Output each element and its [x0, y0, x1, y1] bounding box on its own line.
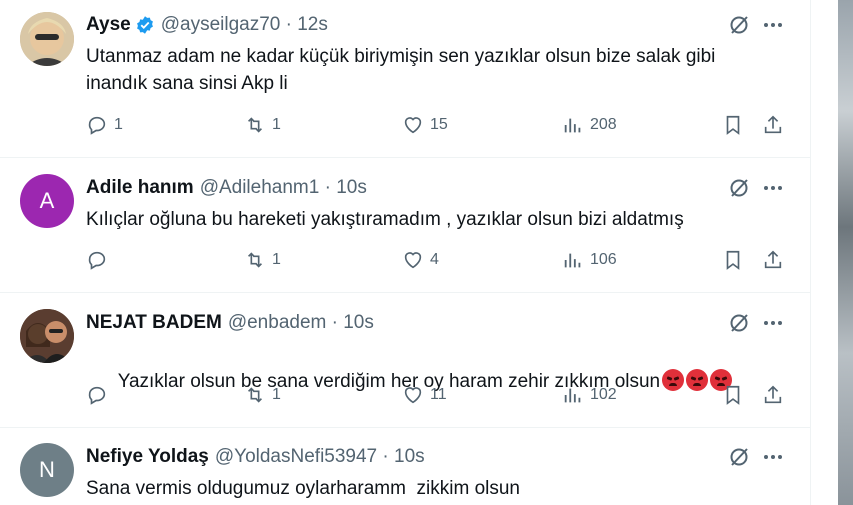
- share-icon: [764, 115, 782, 134]
- avatar-letter: A: [39, 188, 55, 213]
- like-button[interactable]: 11: [402, 384, 447, 406]
- handle-and-time[interactable]: @YoldasNefi53947 · 10s: [215, 445, 425, 469]
- reply-icon: [88, 386, 106, 405]
- more-icon[interactable]: [762, 312, 784, 334]
- repost-button[interactable]: 1: [244, 249, 281, 271]
- tweet-header: Nefiye Yoldaş @YoldasNefi53947 · 10s: [86, 445, 425, 469]
- like-button[interactable]: 4: [402, 249, 439, 271]
- like-icon: [404, 252, 422, 269]
- repost-button[interactable]: 1: [244, 114, 281, 136]
- display-name[interactable]: Ayse: [86, 13, 131, 37]
- tweet-header: Adile hanım @Adilehanm1 · 10s: [86, 176, 367, 200]
- tweet-top-icons: [728, 177, 784, 199]
- verified-badge-icon: [136, 16, 153, 34]
- repost-icon: [247, 117, 263, 133]
- tweet-header: Ayse @ayseilgaz70 · 12s: [86, 13, 328, 37]
- timeline: Ayse @ayseilgaz70 · 12s Utanmaz adam ne …: [0, 0, 811, 505]
- reply-button[interactable]: 1: [86, 114, 123, 136]
- bookmark-button[interactable]: [722, 114, 744, 136]
- views-button[interactable]: 208: [562, 114, 617, 136]
- handle-and-time[interactable]: @enbadem · 10s: [228, 311, 374, 335]
- like-count: 15: [430, 116, 448, 133]
- bookmark-button[interactable]: [722, 249, 744, 271]
- grok-icon[interactable]: [728, 14, 750, 36]
- tweet-text: Sana vermis oldugumuz oylarharamm zikkim…: [86, 478, 520, 499]
- tweet[interactable]: NEJAT BADEM @enbadem · 10s Yazıklar olsu…: [0, 293, 810, 428]
- background-window-edge: [838, 0, 853, 505]
- reply-icon: [88, 251, 106, 270]
- tweet-top-icons: [728, 14, 784, 36]
- share-icon: [764, 385, 782, 404]
- views-icon: [564, 118, 581, 133]
- display-name[interactable]: Adile hanım: [86, 176, 194, 200]
- views-icon: [564, 253, 581, 268]
- share-button[interactable]: [762, 249, 784, 271]
- repost-button[interactable]: 1: [244, 384, 281, 406]
- views-count: 208: [590, 116, 617, 133]
- views-button[interactable]: 106: [562, 249, 617, 271]
- tweet-text: Kılıçlar oğluna bu hareketi yakıştıramad…: [86, 209, 684, 230]
- like-count: 4: [430, 251, 439, 268]
- reply-count: 1: [114, 116, 123, 133]
- grok-icon[interactable]: [728, 177, 750, 199]
- avatar[interactable]: [20, 12, 74, 66]
- bookmark-icon: [726, 250, 740, 270]
- bookmark-icon: [726, 385, 740, 405]
- avatar[interactable]: [20, 309, 74, 363]
- tweet-actions: 1 4 106: [86, 249, 786, 277]
- views-count: 106: [590, 251, 617, 268]
- tweet-actions: 1 11 102: [86, 384, 786, 412]
- tweet[interactable]: N Nefiye Yoldaş @YoldasNefi53947 · 10s S…: [0, 428, 810, 505]
- more-icon[interactable]: [762, 14, 784, 36]
- tweet-header: NEJAT BADEM @enbadem · 10s: [86, 311, 374, 335]
- repost-count: 1: [272, 116, 281, 133]
- display-name[interactable]: Nefiye Yoldaş: [86, 445, 209, 469]
- avatar[interactable]: A: [20, 174, 74, 228]
- avatar-letter: N: [39, 457, 55, 482]
- tweet[interactable]: Ayse @ayseilgaz70 · 12s Utanmaz adam ne …: [0, 0, 810, 158]
- tweet[interactable]: A Adile hanım @Adilehanm1 · 10s Kılıçlar…: [0, 158, 810, 293]
- share-button[interactable]: [762, 384, 784, 406]
- display-name[interactable]: NEJAT BADEM: [86, 311, 222, 335]
- handle-and-time[interactable]: @ayseilgaz70 · 12s: [161, 13, 328, 37]
- grok-icon[interactable]: [728, 446, 750, 468]
- handle-and-time[interactable]: @Adilehanm1 · 10s: [200, 176, 367, 200]
- avatar-photo: [20, 12, 74, 66]
- more-icon[interactable]: [762, 446, 784, 468]
- like-button[interactable]: 15: [402, 114, 448, 136]
- views-button[interactable]: 102: [562, 384, 617, 406]
- reply-button[interactable]: [86, 384, 114, 406]
- repost-icon: [247, 252, 263, 268]
- reply-icon: [88, 116, 106, 135]
- tweet-text: Utanmaz adam ne kadar küçük biriymişin s…: [86, 46, 716, 94]
- grok-icon[interactable]: [728, 312, 750, 334]
- share-icon: [764, 250, 782, 269]
- tweet-top-icons: [728, 312, 784, 334]
- tweet-top-icons: [728, 446, 784, 468]
- repost-count: 1: [272, 386, 281, 403]
- like-icon: [404, 387, 422, 404]
- like-icon: [404, 117, 422, 134]
- more-icon[interactable]: [762, 177, 784, 199]
- repost-count: 1: [272, 251, 281, 268]
- avatar-photo: [20, 309, 74, 363]
- share-button[interactable]: [762, 114, 784, 136]
- views-count: 102: [590, 386, 617, 403]
- reply-button[interactable]: [86, 249, 114, 271]
- avatar[interactable]: N: [20, 443, 74, 497]
- views-icon: [564, 388, 581, 403]
- repost-icon: [247, 387, 263, 403]
- like-count: 11: [430, 386, 447, 403]
- tweet-actions: 1 1 15 208: [86, 114, 786, 142]
- bookmark-button[interactable]: [722, 384, 744, 406]
- bookmark-icon: [726, 115, 740, 135]
